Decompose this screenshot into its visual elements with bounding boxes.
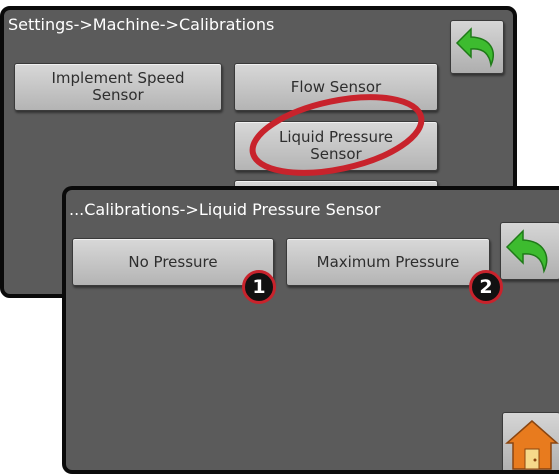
callout-marker-2: 2 (469, 270, 503, 304)
implement-speed-sensor-button[interactable]: Implement Speed Sensor (14, 63, 222, 111)
flow-sensor-button[interactable]: Flow Sensor (234, 63, 438, 111)
undo-arrow-icon (505, 229, 548, 274)
back-button[interactable] (450, 20, 504, 74)
liquid-pressure-sensor-button[interactable]: Liquid Pressure Sensor (234, 121, 438, 171)
maximum-pressure-button[interactable]: Maximum Pressure (286, 238, 490, 286)
back-button[interactable] (500, 222, 559, 280)
liquid-pressure-sensor-screen: ...Calibrations->Liquid Pressure Sensor … (62, 186, 559, 474)
breadcrumb: Settings->Machine->Calibrations (8, 15, 275, 34)
home-button[interactable] (502, 412, 559, 470)
undo-arrow-icon (455, 27, 494, 68)
home-icon (505, 420, 559, 470)
breadcrumb: ...Calibrations->Liquid Pressure Sensor (69, 200, 381, 219)
callout-marker-1: 1 (242, 270, 276, 304)
